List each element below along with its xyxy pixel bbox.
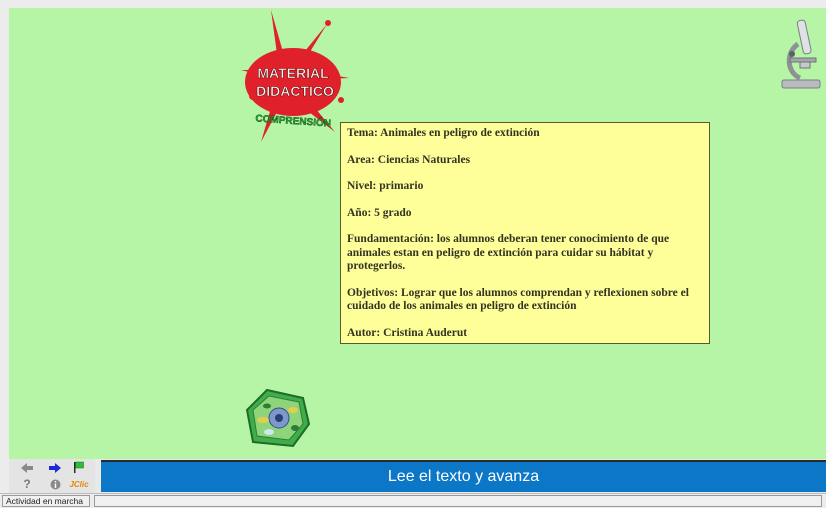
info-fundamentacion: Fundamentación: los alumnos deberan tene… [347, 233, 670, 272]
info-icon[interactable] [47, 477, 63, 491]
info-anio: Año: 5 grado [347, 206, 412, 219]
logo-line1: MATERIAL [257, 65, 329, 81]
arrow-right-icon[interactable] [47, 461, 63, 475]
info-autor: Autor: Cristina Auderut [347, 326, 468, 339]
activity-stage: MATERIAL DIDACTICO COMPRENSIÓN Tema: Ani… [9, 8, 826, 459]
help-button[interactable]: ? [19, 477, 35, 491]
navigation-controls: ? JClic [9, 459, 95, 493]
control-bar: ? JClic Lee el texto y avanza [9, 459, 826, 493]
microscope-icon [776, 14, 826, 94]
plant-cell-illustration [237, 380, 315, 452]
logo-line2: DIDACTICO [256, 83, 334, 99]
message-box: Lee el texto y avanza [101, 460, 826, 492]
window-frame: MATERIAL DIDACTICO COMPRENSIÓN Tema: Ani… [0, 0, 826, 508]
info-objetivos: Objetivos: Lograr que los alumnos compre… [347, 286, 689, 313]
message-text: Lee el texto y avanza [387, 468, 540, 485]
flag-icon[interactable] [71, 460, 87, 474]
arrow-left-icon[interactable] [19, 461, 35, 475]
status-bar: Actividad en marcha [0, 493, 826, 508]
jclic-logo-button[interactable]: JClic [67, 477, 91, 491]
info-area: Area: Ciencias Naturales [347, 153, 471, 166]
activity-info-panel: Tema: Animales en peligro de extinción A… [340, 122, 710, 344]
status-progress-slot [94, 495, 822, 507]
status-text: Actividad en marcha [2, 495, 90, 507]
info-nivel: Nivel: primario [347, 180, 424, 192]
info-tema: Tema: Animales en peligro de extinción [347, 127, 540, 139]
